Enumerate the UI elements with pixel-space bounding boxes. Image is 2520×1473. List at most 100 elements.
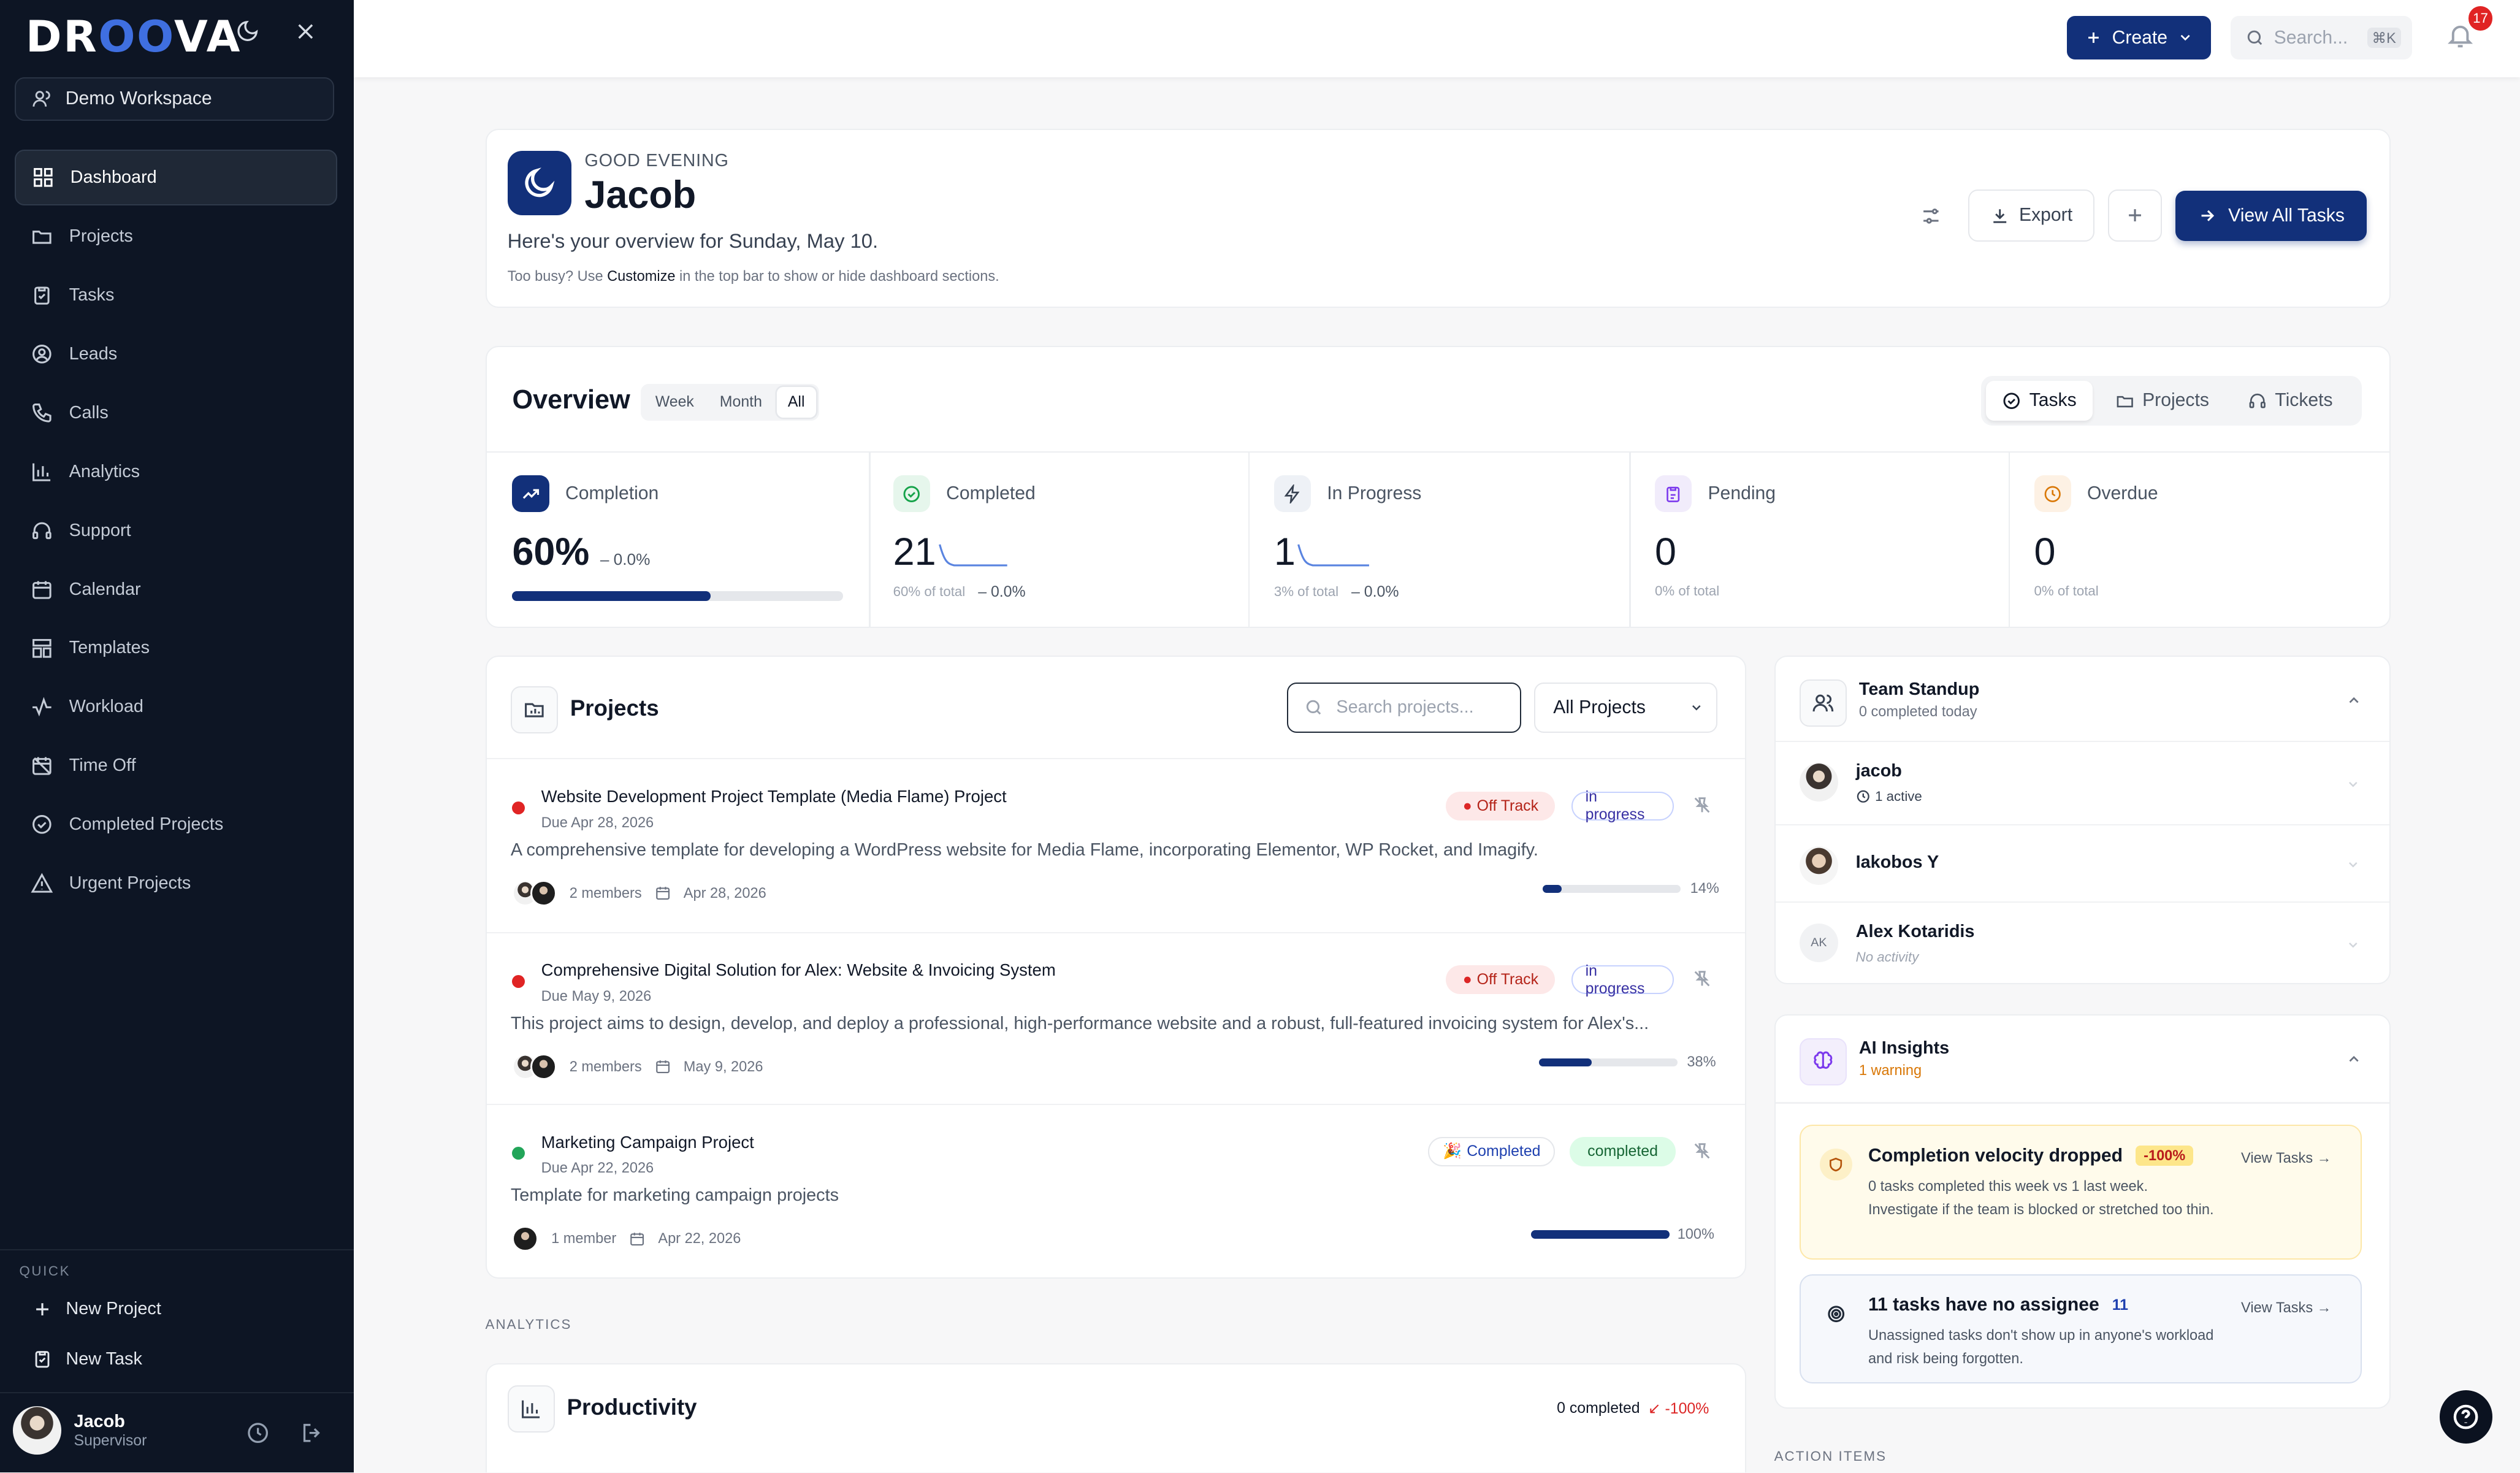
project-name[interactable]: Website Development Project Template (Me… xyxy=(541,787,1007,806)
list-item[interactable]: jacob 1 active xyxy=(1775,740,2389,825)
table-row[interactable]: Marketing Campaign Project Due Apr 22, 2… xyxy=(486,1103,1745,1277)
progress-percent: 100% xyxy=(1677,1225,1714,1242)
period-month[interactable]: Month xyxy=(708,387,773,418)
workspace-switcher[interactable]: Demo Workspace xyxy=(14,77,335,121)
table-row[interactable]: Comprehensive Digital Solution for Alex:… xyxy=(486,932,1745,1105)
customize-button[interactable] xyxy=(1905,191,1957,241)
health-badge: ● Off Track xyxy=(1446,791,1556,821)
projects-title: Projects xyxy=(570,695,659,721)
sidebar-item-label: Time Off xyxy=(69,756,136,776)
headset-icon xyxy=(2249,393,2266,408)
sidebar-nav: Dashboard Projects Tasks Leads Calls Ana… xyxy=(14,149,338,914)
divider xyxy=(869,453,871,627)
completion-progress-bar xyxy=(512,591,844,601)
tab-tickets[interactable]: Tickets xyxy=(2232,381,2349,421)
sidebar-item-label: Dashboard xyxy=(70,167,157,188)
current-user[interactable]: Jacob Supervisor xyxy=(12,1406,147,1455)
create-button[interactable]: Create xyxy=(2066,16,2212,59)
view-all-tasks-button[interactable]: View All Tasks xyxy=(2175,191,2367,241)
project-name[interactable]: Marketing Campaign Project xyxy=(541,1133,754,1152)
divider xyxy=(1775,1102,2389,1104)
project-due: Due May 9, 2026 xyxy=(541,987,652,1004)
view-tasks-link[interactable]: View Tasks → xyxy=(2241,1299,2331,1316)
help-button[interactable] xyxy=(2439,1390,2493,1444)
clipboard-check-icon xyxy=(34,286,50,305)
app-logo[interactable]: DROOVA xyxy=(26,11,242,62)
clock-icon[interactable] xyxy=(246,1421,270,1445)
sidebar-item-label: Tasks xyxy=(69,285,115,305)
table-row[interactable]: Website Development Project Template (Me… xyxy=(486,758,1745,931)
pin-off-icon[interactable] xyxy=(1692,968,1712,989)
moon-icon[interactable] xyxy=(233,19,262,48)
sidebar-item-dashboard[interactable]: Dashboard xyxy=(14,149,338,206)
calendar-off-icon xyxy=(32,757,52,776)
sidebar-item-leads[interactable]: Leads xyxy=(15,326,338,383)
status-badge: in progress xyxy=(1571,962,1674,997)
user-name: Jacob xyxy=(74,1411,125,1431)
sidebar-item-urgent-projects[interactable]: Urgent Projects xyxy=(15,855,338,912)
projects-search-input[interactable]: Search projects... xyxy=(1286,683,1522,733)
sidebar-item-workload[interactable]: Workload xyxy=(15,679,338,735)
standup-title: Team Standup xyxy=(1858,679,1980,700)
arrow-right-icon xyxy=(2201,210,2215,221)
insight-badge: -100% xyxy=(2136,1146,2194,1166)
quick-section-label: QUICK xyxy=(19,1263,71,1279)
chevron-up-icon[interactable] xyxy=(2346,1051,2362,1067)
view-tasks-link[interactable]: View Tasks → xyxy=(2241,1150,2331,1166)
sidebar-item-label: Leads xyxy=(69,343,118,364)
sidebar-item-time-off[interactable]: Time Off xyxy=(15,738,338,794)
avatar xyxy=(530,880,557,906)
period-all[interactable]: All xyxy=(776,387,816,418)
project-description: This project aims to design, develop, an… xyxy=(510,1013,1649,1033)
insight-title: 11 tasks have no assignee 11 xyxy=(1868,1295,2129,1315)
project-due: Due Apr 28, 2026 xyxy=(541,814,654,830)
top-bar: Create Search... ⌘K 17 xyxy=(353,0,2520,77)
calendar-icon xyxy=(655,887,670,900)
stat-value: 0 xyxy=(1654,530,1676,574)
productivity-card: Productivity 0 completed ↙ -100% xyxy=(485,1363,1746,1472)
stat-sub: 0% of total xyxy=(1654,583,1720,599)
pin-off-icon[interactable] xyxy=(1692,795,1712,816)
tab-projects[interactable]: Projects xyxy=(2099,381,2225,421)
divider xyxy=(0,1249,354,1250)
close-icon[interactable] xyxy=(291,19,319,48)
quick-new-project-button[interactable]: New Project xyxy=(32,1299,161,1320)
sidebar-item-completed-projects[interactable]: Completed Projects xyxy=(15,797,338,853)
activity-icon xyxy=(32,697,52,716)
global-search-input[interactable]: Search... ⌘K xyxy=(2230,16,2413,59)
sidebar-item-support[interactable]: Support xyxy=(15,502,338,559)
bar-chart-icon xyxy=(32,463,50,481)
sidebar-item-calendar[interactable]: Calendar xyxy=(15,561,338,618)
projects-filter-select[interactable]: All Projects xyxy=(1534,683,1718,733)
pin-off-icon[interactable] xyxy=(1692,1141,1712,1161)
sidebar-item-analytics[interactable]: Analytics xyxy=(15,443,338,500)
tab-tasks[interactable]: Tasks xyxy=(1985,380,2093,421)
sidebar-item-tasks[interactable]: Tasks xyxy=(15,267,338,324)
list-item[interactable]: AK Alex Kotaridis No activity xyxy=(1775,901,2389,983)
greeting-card: GOOD EVENING Jacob Here's your overview … xyxy=(485,128,2391,308)
sidebar-item-label: Urgent Projects xyxy=(69,873,191,893)
download-icon xyxy=(1993,209,2007,223)
check-circle-icon xyxy=(32,815,52,835)
list-item[interactable]: Iakobos Y xyxy=(1775,824,2389,903)
project-name[interactable]: Comprehensive Digital Solution for Alex:… xyxy=(541,960,1056,980)
period-week[interactable]: Week xyxy=(644,387,705,418)
phone-icon xyxy=(32,404,52,423)
sidebar-item-label: Templates xyxy=(69,638,150,658)
export-button[interactable]: Export xyxy=(1968,189,2094,242)
bar-chart-icon xyxy=(507,1385,555,1433)
chevron-down-icon xyxy=(2180,35,2190,41)
add-button[interactable] xyxy=(2108,189,2162,242)
sidebar-item-projects[interactable]: Projects xyxy=(15,209,338,265)
customize-link[interactable]: Customize xyxy=(607,268,675,284)
quick-new-task-button[interactable]: New Task xyxy=(32,1349,142,1369)
avatar xyxy=(12,1406,61,1455)
stat-pending: Pending 0 0% of total xyxy=(1654,453,1976,626)
shortcut-hint: ⌘K xyxy=(2367,27,2401,48)
chevron-up-icon[interactable] xyxy=(2346,692,2362,708)
sidebar-item-calls[interactable]: Calls xyxy=(15,385,338,441)
logout-icon[interactable] xyxy=(300,1421,324,1445)
check-circle-icon xyxy=(2003,392,2020,409)
sidebar-item-templates[interactable]: Templates xyxy=(15,620,338,676)
team-standup-card: Team Standup 0 completed today jacob 1 a… xyxy=(1774,656,2391,985)
